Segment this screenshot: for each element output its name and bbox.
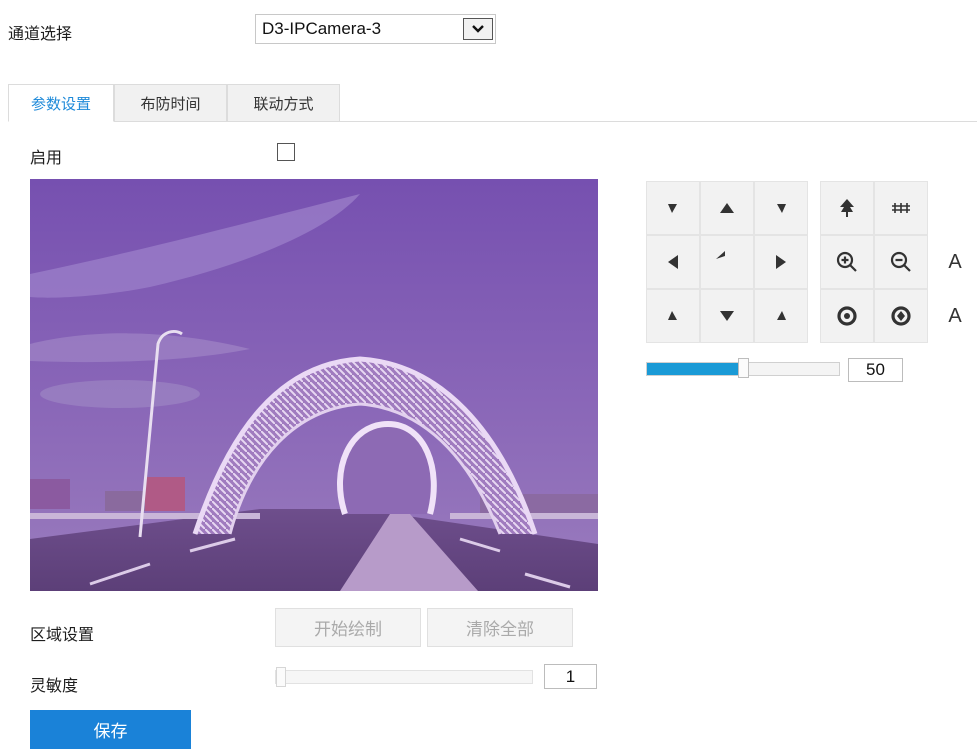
channel-label: 通道选择 <box>8 24 73 43</box>
tab-parameter-settings[interactable]: 参数设置 <box>8 84 114 122</box>
region-settings-label: 区域设置 <box>30 625 95 644</box>
video-preview[interactable] <box>30 179 598 591</box>
iris-open-icon <box>837 306 857 326</box>
sensitivity-label: 灵敏度 <box>30 676 79 695</box>
ptz-up-left-button[interactable] <box>646 181 700 235</box>
start-draw-button[interactable]: 开始绘制 <box>275 608 421 647</box>
tab-linkage-method[interactable]: 联动方式 <box>227 84 340 122</box>
ptz-home-button[interactable] <box>700 235 754 289</box>
down-arrow-icon <box>720 311 734 321</box>
ptz-left-button[interactable] <box>646 235 700 289</box>
ptz-iris-open-button[interactable] <box>820 289 874 343</box>
enable-label: 启用 <box>30 148 63 167</box>
ptz-right-button[interactable] <box>754 235 808 289</box>
video-preview-image <box>30 179 598 591</box>
ptz-speed-slider-fill <box>647 363 743 375</box>
zoom-wide-icon <box>892 203 910 213</box>
channel-select[interactable]: D3-IPCamera-3 <box>255 14 496 44</box>
tab-arming-schedule[interactable]: 布防时间 <box>114 84 227 122</box>
down-left-arrow-icon <box>668 311 677 320</box>
ptz-up-button[interactable] <box>700 181 754 235</box>
ptz-speed-slider[interactable] <box>646 358 840 378</box>
sensitivity-slider-handle[interactable] <box>276 667 286 687</box>
ptz-down-right-button[interactable] <box>754 289 808 343</box>
channel-select-value: D3-IPCamera-3 <box>262 19 382 38</box>
up-left-arrow-icon <box>668 204 677 213</box>
ptz-zoom-out-button[interactable] <box>874 235 928 289</box>
ptz-auto-focus-button[interactable]: A <box>928 235 977 289</box>
chevron-down-icon[interactable] <box>463 18 493 40</box>
iris-close-icon <box>891 306 911 326</box>
down-right-arrow-icon <box>777 311 786 320</box>
ptz-speed-value[interactable]: 50 <box>848 358 903 382</box>
ptz-zoom-in-button[interactable] <box>820 235 874 289</box>
save-button[interactable]: 保存 <box>30 710 191 749</box>
sensitivity-slider[interactable] <box>275 667 533 687</box>
sensitivity-value[interactable]: 1 <box>544 664 597 689</box>
ptz-up-right-button[interactable] <box>754 181 808 235</box>
ptz-speed-slider-handle[interactable] <box>738 358 749 378</box>
ptz-down-left-button[interactable] <box>646 289 700 343</box>
zoom-out-icon <box>890 251 911 272</box>
left-arrow-icon <box>668 255 678 269</box>
zoom-tele-icon <box>840 199 854 217</box>
up-right-arrow-icon <box>777 204 786 213</box>
right-arrow-icon <box>776 255 786 269</box>
return-home-icon <box>716 251 725 259</box>
ptz-iris-close-button[interactable] <box>874 289 928 343</box>
ptz-zoom-wide-button[interactable] <box>874 181 928 235</box>
ptz-auto-iris-button[interactable]: A <box>928 289 977 343</box>
ptz-zoom-tele-button[interactable] <box>820 181 874 235</box>
auto-iris-label: A <box>948 304 962 327</box>
auto-focus-label: A <box>948 250 962 273</box>
up-arrow-icon <box>720 203 734 213</box>
ptz-down-button[interactable] <box>700 289 754 343</box>
clear-all-button[interactable]: 清除全部 <box>427 608 573 647</box>
zoom-in-icon <box>836 251 857 272</box>
enable-checkbox[interactable] <box>277 143 295 161</box>
